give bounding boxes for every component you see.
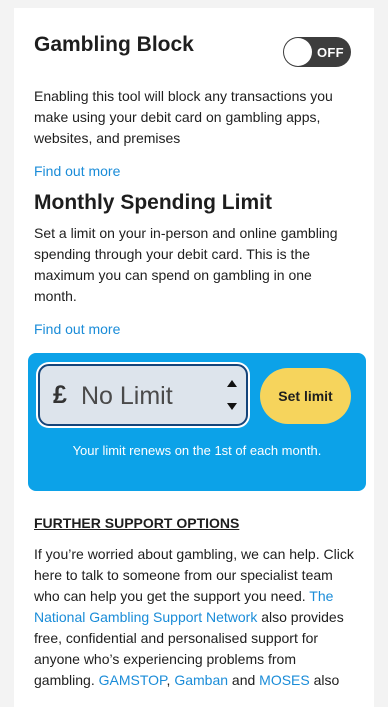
monthly-limit-find-out-more-link[interactable]: Find out more	[34, 320, 354, 338]
limit-amount-input[interactable]	[81, 380, 221, 412]
toggle-knob	[284, 38, 312, 66]
moses-link[interactable]: MOSES	[259, 672, 310, 688]
toggle-state-label: OFF	[317, 45, 344, 60]
gambling-block-header: Gambling Block OFF	[34, 8, 354, 86]
settings-card: Gambling Block OFF Enabling this tool wi…	[14, 8, 374, 707]
limit-panel: £ Set limit Your limit renews on the 1st…	[28, 353, 366, 491]
gambling-block-toggle[interactable]: OFF	[283, 37, 351, 67]
limit-amount-field: £	[38, 364, 248, 426]
further-support-text: If you’re worried about gambling, we can…	[34, 544, 354, 691]
amount-stepper-icon[interactable]	[224, 374, 240, 416]
set-limit-button[interactable]: Set limit	[260, 368, 351, 424]
currency-symbol: £	[53, 381, 67, 409]
further-support-title: FURTHER SUPPORT OPTIONS	[34, 515, 240, 531]
separator-and: and	[228, 672, 260, 688]
further-support-intro-text: If you’re worried about gambling, we can…	[34, 546, 354, 604]
gamban-link[interactable]: Gamban	[174, 672, 228, 688]
further-support-trailing-text: also	[309, 672, 340, 688]
gambling-block-title: Gambling Block	[34, 33, 194, 56]
monthly-limit-description: Set a limit on your in-person and online…	[34, 225, 338, 304]
gambling-block-find-out-more-link[interactable]: Find out more	[34, 162, 354, 180]
gamstop-link[interactable]: GAMSTOP	[99, 672, 167, 688]
monthly-limit-title: Monthly Spending Limit	[34, 191, 272, 214]
limit-renew-note: Your limit renews on the 1st of each mon…	[72, 443, 322, 458]
gambling-block-description: Enabling this tool will block any transa…	[34, 88, 333, 146]
